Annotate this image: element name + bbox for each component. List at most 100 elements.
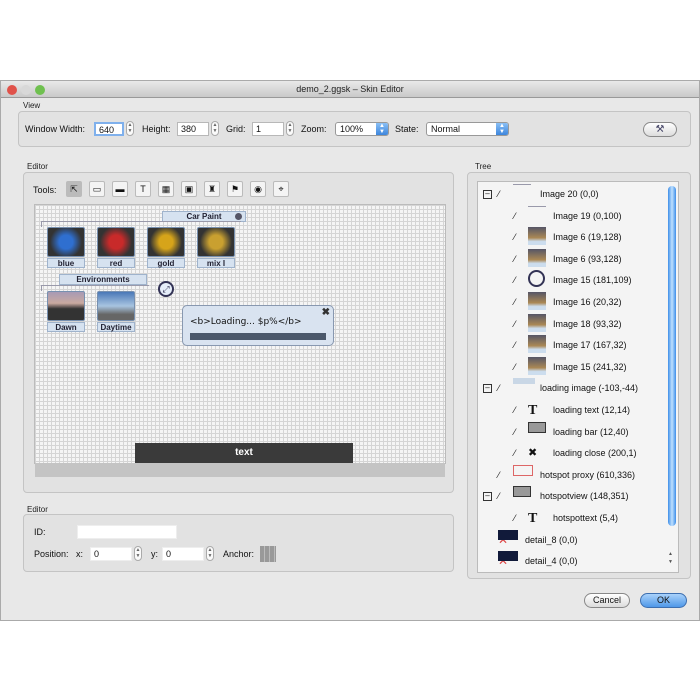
- tree-item[interactable]: ⁄ Image 6 (19,128): [478, 227, 664, 248]
- window-width-input[interactable]: 640: [94, 122, 124, 136]
- tool-button-button[interactable]: ▣: [181, 181, 197, 197]
- car-0-thumbnail[interactable]: [47, 227, 85, 257]
- tree-view[interactable]: – ⁄ Image 20 (0,0) ⁄ Image 19 (0,100) ⁄ Image …: [477, 181, 679, 573]
- height-input[interactable]: 380: [177, 122, 209, 136]
- car-3-thumbnail[interactable]: [197, 227, 235, 257]
- tree-item[interactable]: ⁄ Image 19 (0,100): [478, 205, 664, 227]
- car-color-label: mix I: [197, 258, 235, 268]
- tree-item[interactable]: ⁄ Tloading text (12,14): [478, 400, 664, 421]
- tool-text-button[interactable]: T: [135, 181, 151, 197]
- tree-item[interactable]: ⁄ Image 6 (93,128): [478, 248, 664, 270]
- window-width-stepper[interactable]: ▲ ▼: [126, 121, 134, 136]
- tree-item[interactable]: ⁄ Image 17 (167,32): [478, 335, 664, 356]
- tree-item[interactable]: – ⁄ hotspotview (148,351): [478, 486, 664, 507]
- visible-pencil-icon[interactable]: ⁄: [514, 227, 516, 248]
- height-label: Height:: [142, 124, 171, 134]
- tree-item[interactable]: ⁄ Thotspottext (5,4): [478, 508, 664, 529]
- editor-group: Tools: ⇱ ▭ ▬ T ▦ ▣ ♜ ⚑ ◉ ⌖ Car Paint blue red gold m…: [23, 172, 454, 569]
- tool-select-button[interactable]: ⇱: [66, 181, 82, 197]
- zoom-select[interactable]: 100% ▲ ▼: [335, 122, 389, 136]
- anchor-grid-icon[interactable]: [260, 546, 276, 562]
- cloner-icon: ♜: [207, 184, 217, 194]
- cancel-button[interactable]: Cancel: [584, 593, 630, 608]
- environment-0-thumbnail[interactable]: [47, 291, 85, 321]
- visible-pencil-icon[interactable]: ⁄: [498, 465, 500, 486]
- car-color-label: blue: [47, 258, 85, 268]
- tree-item[interactable]: ⁄ Image 16 (20,32): [478, 292, 664, 313]
- tree-item[interactable]: ⁄ loading bar (12,40): [478, 421, 664, 443]
- visible-pencil-icon[interactable]: ⁄: [498, 486, 500, 507]
- car-2-thumbnail[interactable]: [147, 227, 185, 257]
- height-stepper[interactable]: ▲ ▼: [211, 121, 219, 136]
- visible-pencil-icon[interactable]: ⁄: [514, 249, 516, 270]
- tree-scrollbar-thumb[interactable]: [668, 186, 676, 526]
- visible-pencil-icon[interactable]: ⁄: [514, 206, 516, 227]
- car-1-thumbnail[interactable]: [97, 227, 135, 257]
- tree-item[interactable]: – ⁄ loading image (-103,-44): [478, 378, 664, 399]
- visible-pencil-icon[interactable]: ⁄: [498, 184, 500, 205]
- tree-item[interactable]: ⁄ hotspot proxy (610,336): [478, 464, 664, 486]
- tree-item-label: Image 17 (167,32): [553, 340, 627, 351]
- visible-pencil-icon[interactable]: ⁄: [514, 400, 516, 421]
- tree-item-label: Image 16 (20,32): [553, 297, 622, 307]
- state-label: State:: [395, 124, 419, 134]
- tree-item[interactable]: ✕ detail_8 (0,0): [478, 529, 664, 551]
- grid-stepper[interactable]: ▲ ▼: [286, 121, 294, 136]
- tree-item[interactable]: – ⁄ Image 20 (0,0): [478, 184, 664, 205]
- state-select[interactable]: Normal ▲ ▼: [426, 122, 509, 136]
- position-x-stepper[interactable]: ▲ ▼: [134, 546, 142, 561]
- visible-pencil-icon[interactable]: ⁄: [514, 335, 516, 356]
- hotspot-text-bar: text: [135, 443, 353, 463]
- position-y-stepper[interactable]: ▲ ▼: [206, 546, 214, 561]
- ok-button[interactable]: OK: [640, 593, 687, 608]
- tool-map-button[interactable]: ⚑: [227, 181, 243, 197]
- visible-pencil-icon[interactable]: ⁄: [514, 422, 516, 443]
- view-group: Window Width: 640 ▲ ▼ Height: 380 ▲ ▼ Grid…: [18, 111, 691, 147]
- tree-item-label: loading image (-103,-44): [540, 383, 639, 394]
- tree-item[interactable]: ⁄ Image 18 (93,32): [478, 313, 664, 335]
- tree-item[interactable]: ⁄ Image 15 (181,109): [478, 270, 664, 291]
- tree-item-label: detail_8 (0,0): [525, 534, 578, 545]
- position-x-input[interactable]: 0: [90, 547, 132, 561]
- visible-pencil-icon[interactable]: ⁄: [514, 443, 516, 464]
- visible-pencil-icon[interactable]: ⁄: [514, 357, 516, 378]
- grid-input[interactable]: 1: [252, 122, 284, 136]
- collapse-toggle-icon[interactable]: –: [483, 190, 492, 199]
- position-y-input[interactable]: 0: [162, 547, 204, 561]
- zoom-label: Zoom:: [301, 124, 327, 134]
- editor-canvas[interactable]: Car Paint blue red gold mix I Environments …: [34, 204, 446, 477]
- tools-wrench-button[interactable]: ⚒: [643, 122, 677, 137]
- car-paint-title: Car Paint: [186, 212, 222, 221]
- environment-1-thumbnail[interactable]: [97, 291, 135, 321]
- text-icon: T: [140, 184, 146, 194]
- close-window-button[interactable]: [7, 85, 17, 95]
- close-icon[interactable]: ✖: [322, 307, 330, 318]
- image-icon: ▦: [161, 184, 171, 194]
- window-width-label: Window Width:: [25, 124, 86, 134]
- tree-item[interactable]: ⁄ Image 15 (241,32): [478, 356, 664, 378]
- collapse-toggle-icon[interactable]: –: [483, 492, 492, 502]
- fullscreen-toggle-icon[interactable]: ⤢: [158, 281, 174, 297]
- button-icon: ▣: [184, 184, 194, 194]
- visible-pencil-icon[interactable]: ⁄: [498, 378, 500, 399]
- visible-pencil-icon[interactable]: ⁄: [514, 314, 516, 335]
- tree-item-label: hotspottext (5,4): [553, 513, 619, 523]
- collapse-toggle-icon[interactable]: –: [483, 384, 492, 394]
- id-input[interactable]: [77, 525, 177, 539]
- visible-pencil-icon[interactable]: ⁄: [514, 270, 516, 291]
- tool-rectangle-button[interactable]: ▭: [89, 181, 105, 197]
- tool-crosshair-button[interactable]: ⌖: [273, 181, 289, 197]
- visible-pencil-icon[interactable]: ⁄: [514, 292, 516, 313]
- id-label: ID:: [34, 527, 46, 537]
- tree-item[interactable]: ✕ detail_4 (0,0): [478, 551, 664, 572]
- visible-pencil-icon[interactable]: ⁄: [514, 508, 516, 529]
- zoom-window-button[interactable]: [35, 85, 45, 95]
- tool-globe-button[interactable]: ◉: [250, 181, 266, 197]
- minimize-window-button[interactable]: [21, 85, 31, 95]
- tool-image-button[interactable]: ▦: [158, 181, 174, 197]
- tool-cloner-button[interactable]: ♜: [204, 181, 220, 197]
- tree-item[interactable]: ⁄ ✖ loading close (200,1): [478, 443, 664, 464]
- tree-scroll-arrows[interactable]: ▲ ▼: [668, 550, 676, 566]
- tree-item-label: Image 15 (241,32): [553, 361, 627, 372]
- tool-image-box-button[interactable]: ▬: [112, 181, 128, 197]
